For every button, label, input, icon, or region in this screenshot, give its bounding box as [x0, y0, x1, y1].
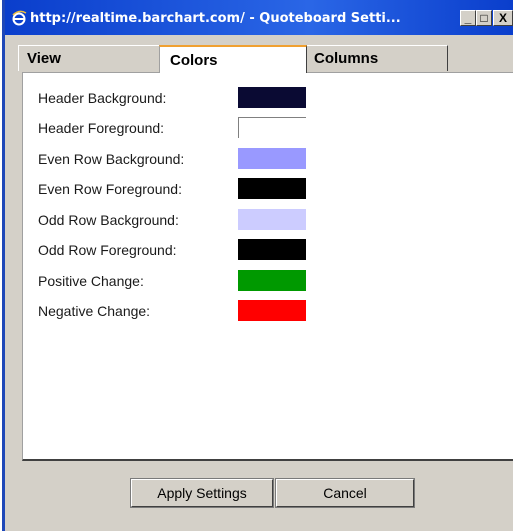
maximize-button[interactable]: □	[476, 10, 492, 26]
cancel-button[interactable]: Cancel	[275, 478, 415, 508]
apply-settings-label: Apply Settings	[157, 485, 247, 501]
tab-strip: View Columns Colors	[5, 45, 513, 73]
color-row-positive-change: Positive Change:	[38, 270, 306, 292]
colors-panel: Header Background: Header Foreground: Ev…	[22, 72, 513, 461]
color-swatch-header-foreground[interactable]	[238, 117, 306, 138]
color-label: Even Row Foreground:	[38, 181, 182, 197]
minimize-icon: _	[464, 11, 472, 25]
color-row-odd-row-foreground: Odd Row Foreground:	[38, 239, 306, 261]
close-button[interactable]: X	[493, 10, 513, 26]
color-swatch-positive-change[interactable]	[238, 270, 306, 291]
tab-columns-label: Columns	[314, 50, 379, 67]
color-row-even-row-background: Even Row Background:	[38, 148, 306, 170]
color-label: Header Foreground:	[38, 120, 165, 136]
tab-view-label: View	[27, 50, 61, 67]
window-title: http://realtime.barchart.com/ - Quoteboa…	[30, 11, 401, 26]
cancel-label: Cancel	[323, 485, 367, 501]
color-row-header-background: Header Background:	[38, 87, 306, 109]
color-label: Even Row Background:	[38, 151, 185, 167]
color-row-odd-row-background: Odd Row Background:	[38, 209, 306, 231]
color-swatch-odd-row-foreground[interactable]	[238, 239, 306, 260]
tab-colors[interactable]: Colors	[159, 45, 307, 73]
color-label: Header Background:	[38, 90, 167, 106]
tab-view[interactable]: View	[18, 45, 170, 71]
color-label: Odd Row Foreground:	[38, 242, 177, 258]
color-row-even-row-foreground: Even Row Foreground:	[38, 178, 306, 200]
close-icon: X	[498, 11, 507, 25]
title-bar[interactable]: http://realtime.barchart.com/ - Quoteboa…	[5, 0, 513, 35]
color-row-header-foreground: Header Foreground:	[38, 117, 306, 139]
minimize-button[interactable]: _	[460, 10, 476, 26]
internet-explorer-icon	[12, 10, 27, 26]
tab-colors-label: Colors	[170, 52, 218, 69]
color-label: Odd Row Background:	[38, 212, 179, 228]
tab-columns[interactable]: Columns	[305, 45, 448, 71]
settings-window: http://realtime.barchart.com/ - Quoteboa…	[2, 0, 513, 531]
apply-settings-button[interactable]: Apply Settings	[130, 478, 274, 508]
color-swatch-header-background[interactable]	[238, 87, 306, 108]
color-swatch-even-row-foreground[interactable]	[238, 178, 306, 199]
color-row-negative-change: Negative Change:	[38, 300, 306, 322]
color-swatch-even-row-background[interactable]	[238, 148, 306, 169]
maximize-icon: □	[480, 11, 488, 25]
color-swatch-odd-row-background[interactable]	[238, 209, 306, 230]
color-label: Positive Change:	[38, 273, 144, 289]
color-swatch-negative-change[interactable]	[238, 300, 306, 321]
color-label: Negative Change:	[38, 303, 151, 319]
